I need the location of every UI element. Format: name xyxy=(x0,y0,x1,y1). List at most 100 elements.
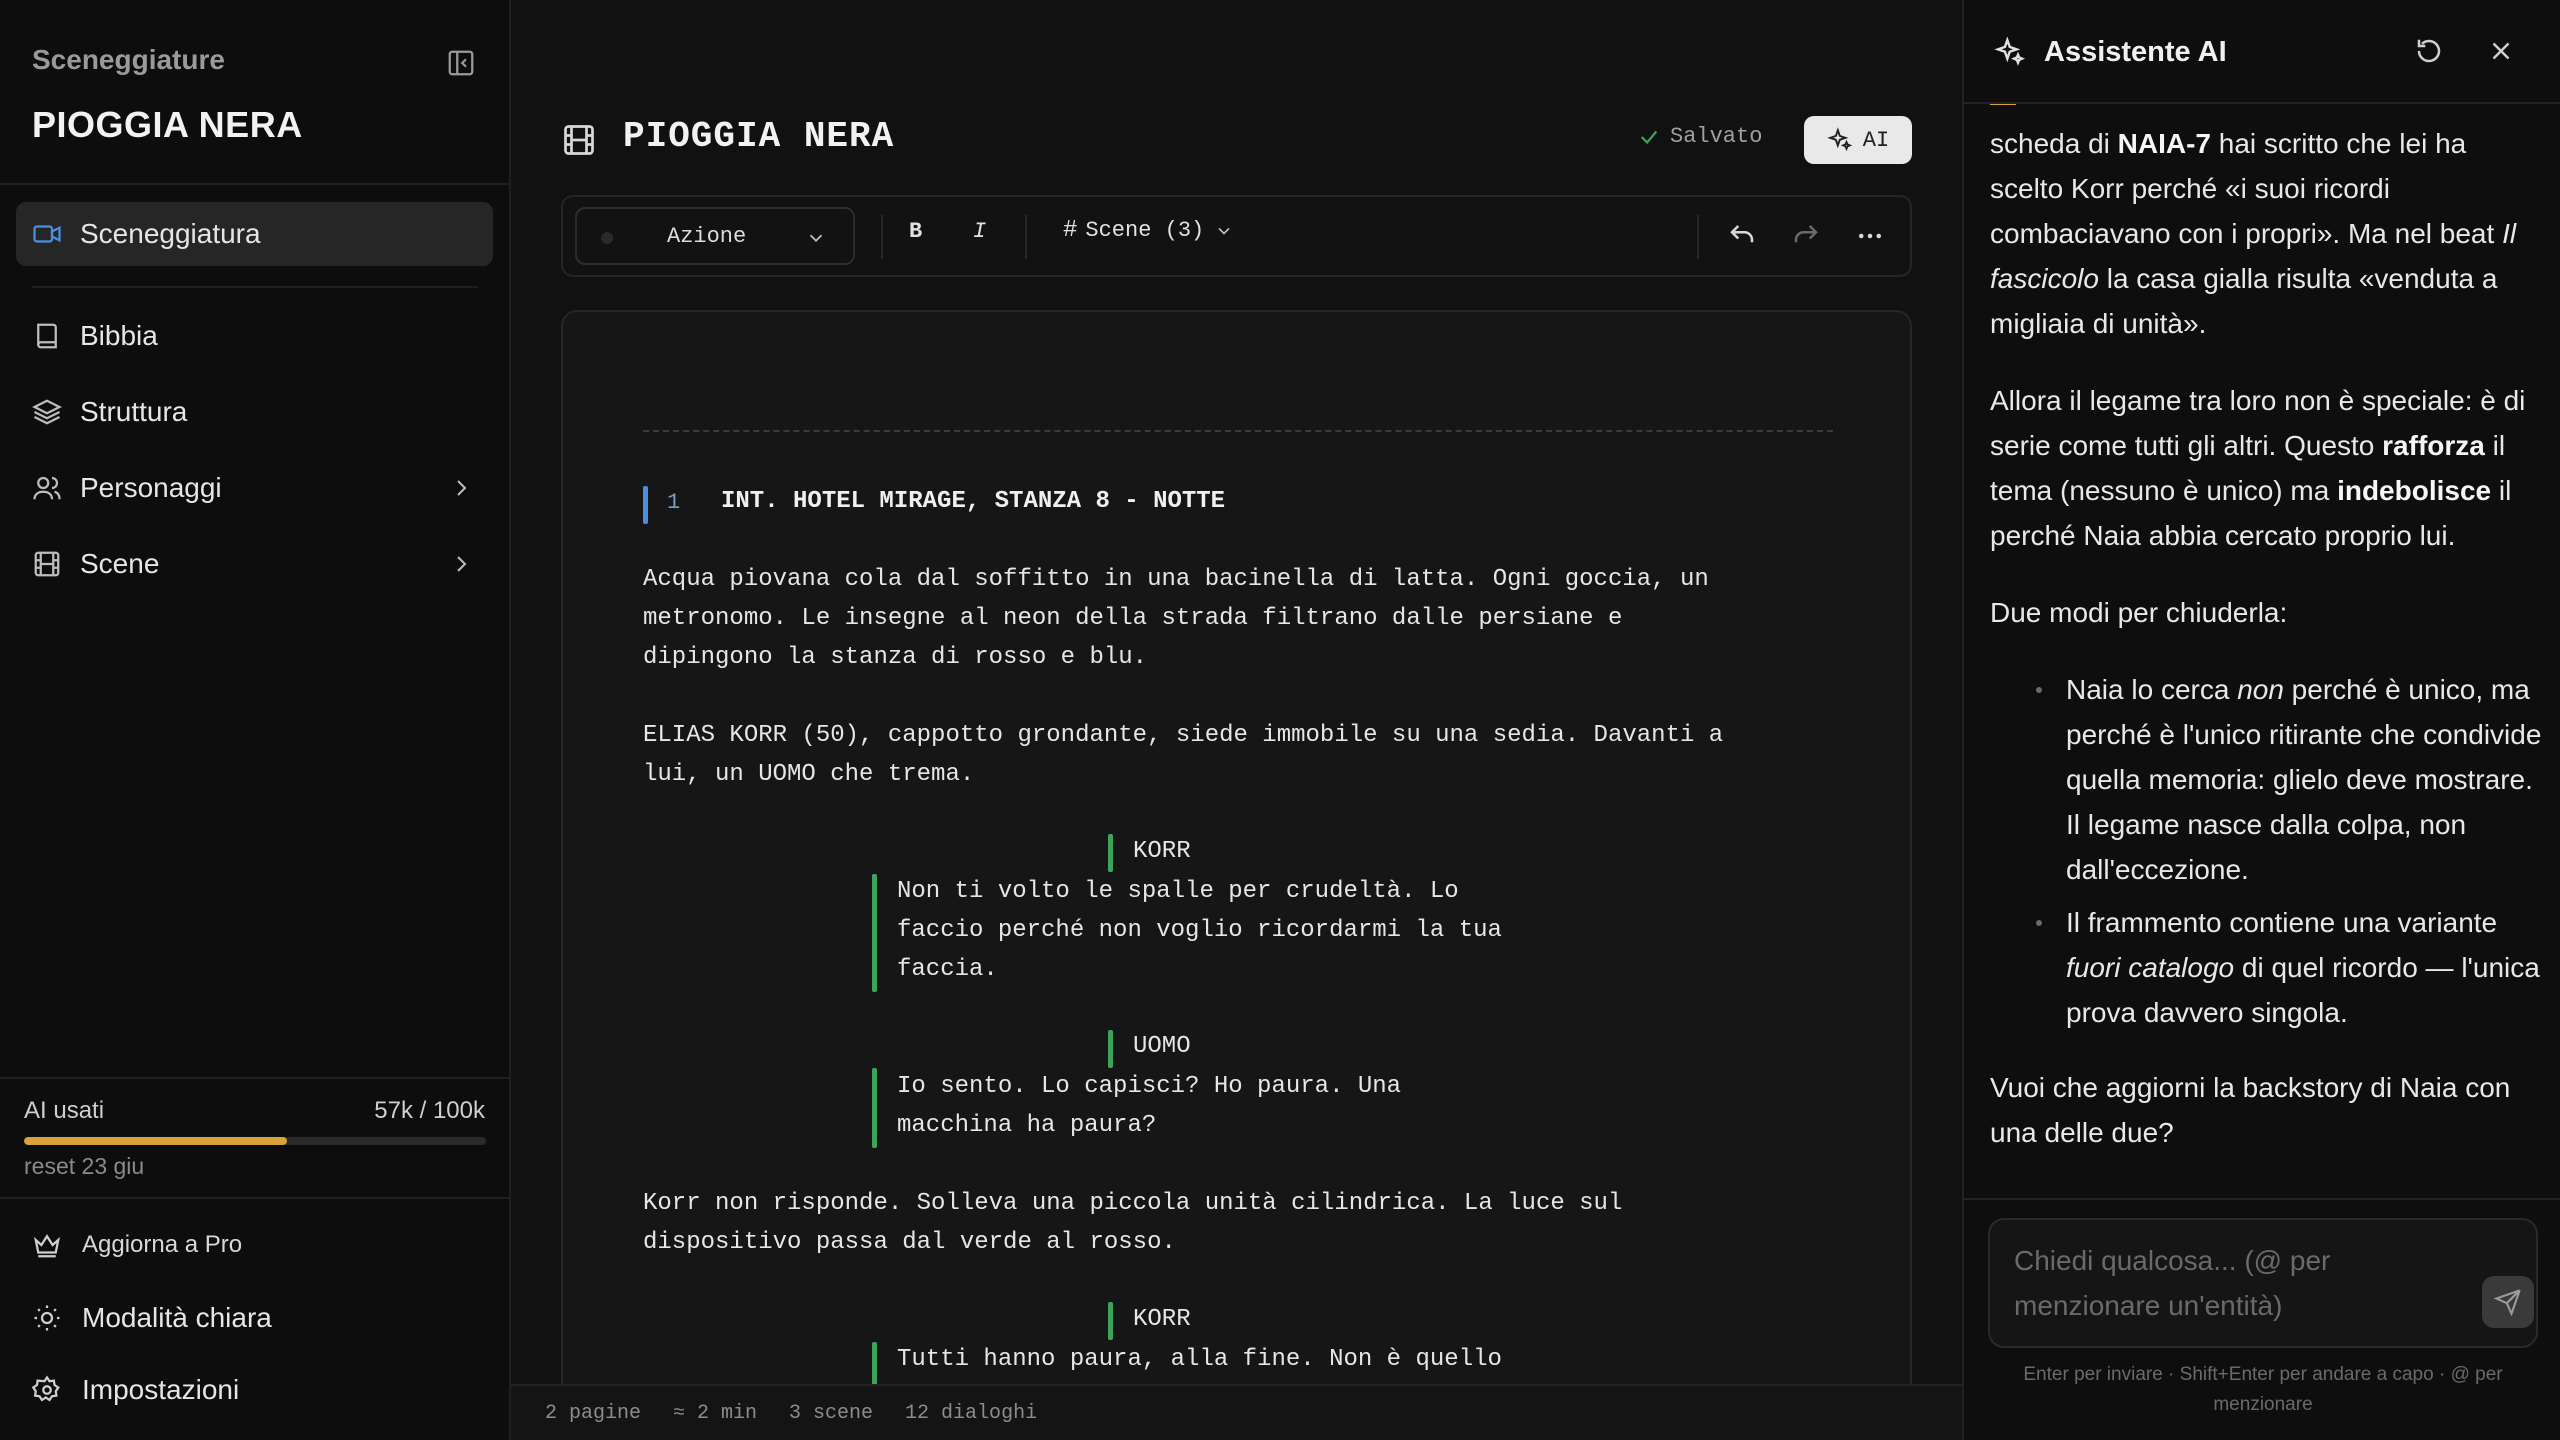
formatting-toolbar: Azione B I # Scene (3) xyxy=(561,195,1912,277)
chevron-right-icon[interactable] xyxy=(449,476,473,500)
light-mode-toggle[interactable]: Modalità chiara xyxy=(32,1302,272,1334)
editor-status-bar: 2 pagine ≈ 2 min 3 scene 12 dialoghi xyxy=(511,1384,1962,1440)
nav-item-label: Scene xyxy=(80,548,160,579)
nav-item-label: Bibbia xyxy=(80,320,158,351)
element-type-dot xyxy=(601,232,613,244)
character-name[interactable]: KORR xyxy=(1133,838,1191,865)
scene-heading[interactable]: INT. HOTEL MIRAGE, STANZA 8 - NOTTE xyxy=(721,488,1225,515)
options-list: Naia lo cerca non perché è unico, ma per… xyxy=(1990,667,2546,1035)
ai-usage-value: 57k / 100k xyxy=(374,1097,485,1124)
upgrade-pro-label: Aggiorna a Pro xyxy=(82,1231,243,1258)
script-page[interactable]: 1 INT. HOTEL MIRAGE, STANZA 8 - NOTTE Ac… xyxy=(561,310,1912,1440)
ai-assistant-panel: Assistente AI scheda di NAIA-7 hai scrit… xyxy=(1962,0,2560,1440)
action-block[interactable]: ELIAS KORR (50), cappotto grondante, sie… xyxy=(643,716,1843,794)
chevron-down-icon xyxy=(1218,227,1230,235)
element-type-value: Azione xyxy=(667,223,747,249)
scene-marker xyxy=(643,486,648,524)
assistant-title: Assistente AI xyxy=(2044,36,2227,68)
undo-icon[interactable] xyxy=(1727,221,1757,251)
film-icon xyxy=(34,551,60,577)
character-marker xyxy=(1108,834,1113,872)
layers-icon xyxy=(32,399,62,425)
collapse-sidebar-icon[interactable] xyxy=(446,48,476,78)
ai-button-label: AI xyxy=(1862,127,1890,153)
sun-icon xyxy=(34,1305,60,1331)
italic-button[interactable]: I xyxy=(973,219,986,244)
sidebar: Sceneggiature PIOGGIA NERA Sceneggiatura… xyxy=(0,0,511,1440)
nav-item-label: Sceneggiatura xyxy=(80,218,261,249)
dialogue-block[interactable]: Io sento. Lo capisci? Ho paura. Una macc… xyxy=(897,1067,1597,1145)
ai-usage-label: AI usati xyxy=(24,1097,105,1124)
dialogue-marker xyxy=(872,1068,877,1148)
document-title[interactable]: PIOGGIA NERA xyxy=(623,116,894,157)
project-title: PIOGGIA NERA xyxy=(32,104,303,145)
action-block[interactable]: Korr non risponde. Solleva una piccola u… xyxy=(643,1184,1843,1262)
ai-assistant-button[interactable]: AI xyxy=(1804,116,1912,164)
light-mode-label: Modalità chiara xyxy=(82,1302,272,1333)
chevron-right-icon[interactable] xyxy=(449,552,473,576)
video-camera-icon xyxy=(33,225,61,243)
nav-item-bibbia[interactable]: Bibbia xyxy=(16,304,493,368)
chevron-down-icon xyxy=(809,234,823,243)
sparkles-icon xyxy=(1827,127,1853,152)
sparkles-icon xyxy=(1994,36,2026,66)
dialogue-block[interactable]: Non ti volto le spalle per crudeltà. Lo … xyxy=(897,872,1597,989)
character-marker xyxy=(1108,1302,1113,1340)
message-paragraph: scheda di NAIA-7 hai scritto che lei ha … xyxy=(1990,76,2546,346)
project-list-label[interactable]: Sceneggiature xyxy=(32,44,225,76)
users-icon xyxy=(33,476,61,500)
upgrade-pro-button[interactable]: Aggiorna a Pro xyxy=(32,1230,242,1260)
film-icon xyxy=(564,125,594,155)
send-button[interactable] xyxy=(2482,1276,2534,1328)
assistant-input-area: Enter per inviare · Shift+Enter per anda… xyxy=(1964,1198,2560,1440)
crown-icon xyxy=(33,1234,61,1258)
dialogue-block[interactable]: Tutti hanno paura, alla fine. Non è quel… xyxy=(897,1340,1597,1379)
hash-icon: # xyxy=(1063,217,1078,244)
nav-item-label: Struttura xyxy=(80,396,188,427)
character-name[interactable]: KORR xyxy=(1133,1306,1191,1333)
nav-divider xyxy=(32,286,478,288)
list-item: Naia lo cerca non perché è unico, ma per… xyxy=(2036,667,2546,892)
message-paragraph: Allora il legame tra loro non è speciale… xyxy=(1990,385,2526,551)
nav-item-label: Personaggi xyxy=(80,472,222,503)
input-hint: Enter per inviare · Shift+Enter per anda… xyxy=(2023,1364,2503,1415)
scene-count: 3 scene xyxy=(789,1401,874,1425)
script-editor: PIOGGIA NERA Salvato AI Azione B I # Sce… xyxy=(511,0,1962,1440)
toolbar-separator xyxy=(1025,215,1027,259)
assistant-message: scheda di NAIA-7 hai scritto che lei ha … xyxy=(1990,76,2546,1187)
list-item: Il frammento contiene una variante fuori… xyxy=(2036,900,2546,1035)
nav-item-sceneggiatura[interactable]: Sceneggiatura xyxy=(16,202,493,266)
check-icon xyxy=(1640,130,1658,144)
scenes-dropdown-label: Scene (3) xyxy=(1085,218,1205,243)
toolbar-separator xyxy=(881,215,883,259)
nav-item-scene[interactable]: Scene xyxy=(16,532,493,596)
scene-number: 1 xyxy=(667,490,681,515)
saved-status-label: Salvato xyxy=(1670,124,1763,149)
dialogue-marker xyxy=(872,874,877,992)
ai-usage-panel: AI usati 57k / 100k reset 23 giu xyxy=(0,1077,509,1199)
more-options-icon[interactable] xyxy=(1855,221,1885,251)
chat-input-box[interactable] xyxy=(1988,1218,2538,1348)
bold-button[interactable]: B xyxy=(909,219,922,244)
message-paragraph: Due modi per chiuderla: xyxy=(1990,597,2288,628)
dialogue-count: 12 dialoghi xyxy=(905,1401,1038,1425)
character-name[interactable]: UOMO xyxy=(1133,1033,1191,1060)
assistant-header: Assistente AI xyxy=(1964,0,2560,104)
book-icon xyxy=(37,323,57,349)
ai-usage-reset-date: reset 23 giu xyxy=(24,1153,145,1179)
nav-item-personaggi[interactable]: Personaggi xyxy=(16,456,493,520)
redo-icon[interactable] xyxy=(1791,221,1821,251)
ai-usage-progress-track xyxy=(24,1137,486,1145)
page-top-rule xyxy=(643,430,1833,432)
gear-icon xyxy=(32,1375,60,1402)
scenes-dropdown[interactable]: # Scene (3) xyxy=(1063,217,1234,244)
element-type-select[interactable]: Azione xyxy=(575,207,855,265)
close-icon[interactable] xyxy=(2486,36,2516,66)
toolbar-separator xyxy=(1697,215,1699,259)
chat-input[interactable] xyxy=(2014,1238,2444,1334)
settings-button[interactable]: Impostazioni xyxy=(32,1374,239,1406)
nav-item-struttura[interactable]: Struttura xyxy=(16,380,493,444)
action-block[interactable]: Acqua piovana cola dal soffitto in una b… xyxy=(643,560,1843,677)
reset-conversation-icon[interactable] xyxy=(2414,36,2444,66)
message-paragraph: Vuoi che aggiorni la backstory di Naia c… xyxy=(1990,1072,2511,1148)
